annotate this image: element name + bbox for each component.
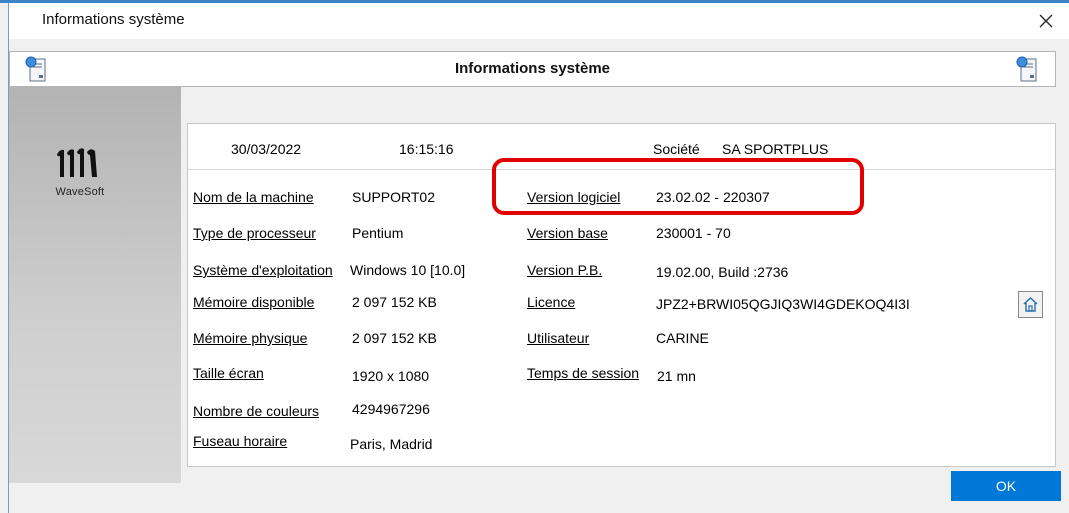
pb-version-label: Version P.B.: [527, 262, 603, 278]
company-value: SA SPORTPLUS: [722, 141, 829, 157]
db-version-value: 230001 - 70: [656, 225, 731, 241]
home-icon: [1023, 296, 1038, 312]
current-date: 30/03/2022: [231, 141, 302, 157]
session-time-value: 21 mn: [657, 368, 696, 384]
licence-label: Licence: [527, 294, 576, 310]
licence-value: JPZ2+BRWI05QGJIQ3WI4GDEKOQ4I3I: [656, 296, 910, 312]
user-label: Utilisateur: [527, 330, 590, 346]
header-band: Informations système: [9, 51, 1056, 87]
machine-name-value: SUPPORT02: [352, 189, 435, 205]
timezone-label: Fuseau horaire: [193, 433, 288, 449]
company-label: Société: [653, 141, 700, 157]
session-time-label: Temps de session: [527, 365, 640, 381]
machine-name-label: Nom de la machine: [193, 189, 314, 205]
processor-type-label: Type de processeur: [193, 225, 316, 241]
user-value: CARINE: [656, 330, 709, 346]
os-value: Windows 10 [10.0]: [350, 262, 466, 278]
header-title: Informations système: [454, 60, 611, 77]
physical-memory-label: Mémoire physique: [193, 330, 308, 346]
ok-button[interactable]: OK: [951, 471, 1061, 501]
title-bar: Informations système: [9, 3, 1069, 39]
system-info-icon: [1016, 56, 1037, 82]
available-memory-label: Mémoire disponible: [193, 294, 315, 310]
processor-type-value: Pentium: [352, 225, 404, 241]
brand-name: WaveSoft: [55, 186, 105, 198]
current-time: 16:15:16: [399, 141, 454, 157]
system-info-window: Informations système Informations systèm…: [0, 0, 1069, 513]
close-icon: [1039, 14, 1053, 28]
color-count-value: 4294967296: [352, 401, 430, 417]
annotation-highlight: [492, 158, 864, 215]
home-button[interactable]: [1018, 291, 1043, 318]
available-memory-value: 2 097 152 KB: [352, 294, 437, 310]
color-count-label: Nombre de couleurs: [193, 403, 320, 419]
timezone-value: Paris, Madrid: [350, 436, 433, 452]
window-title: Informations système: [42, 11, 185, 28]
pb-version-value: 19.02.00, Build :2736: [656, 264, 789, 280]
close-button[interactable]: [1023, 3, 1069, 39]
db-version-label: Version base: [527, 225, 608, 241]
wavesoft-logo: [57, 148, 97, 177]
physical-memory-value: 2 097 152 KB: [352, 330, 437, 346]
os-label: Système d'exploitation: [193, 262, 333, 278]
brand-side-panel: WaveSoft: [9, 87, 181, 483]
screen-size-value: 1920 x 1080: [352, 368, 430, 384]
screen-size-label: Taille écran: [193, 365, 264, 381]
